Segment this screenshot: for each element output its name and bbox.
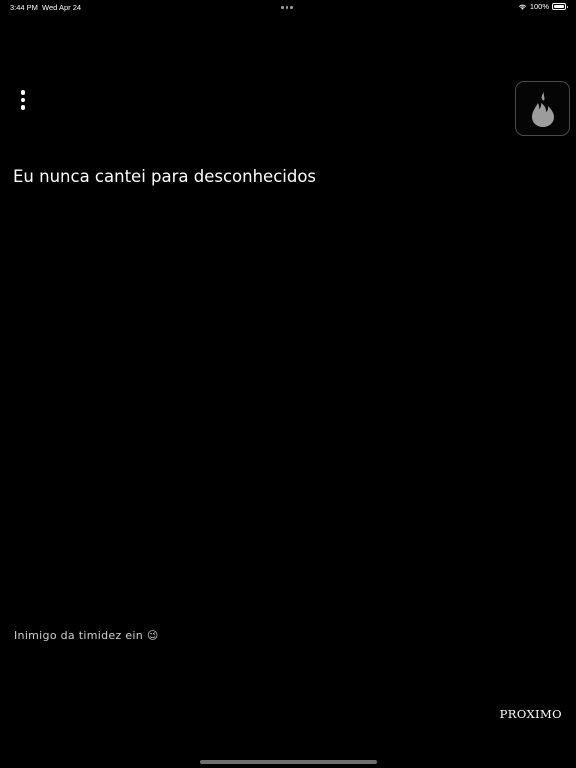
flame-icon: [531, 91, 554, 127]
more-options-button[interactable]: [14, 87, 32, 113]
next-button[interactable]: PROXIMO: [500, 707, 562, 721]
status-time: 3:44 PM: [10, 3, 38, 12]
question-text: Eu nunca cantei para desconhecidos: [13, 167, 317, 186]
logo-button[interactable]: [515, 81, 570, 136]
status-indicators: 100%: [518, 2, 568, 11]
status-bar: 3:44 PM Wed Apr 24 100%: [0, 0, 576, 16]
multitasking-dots-icon[interactable]: [281, 6, 293, 9]
comment-text: Inimigo da timidez ein 😉: [14, 629, 159, 642]
home-indicator[interactable]: [200, 760, 377, 764]
battery-icon: [552, 3, 568, 10]
wifi-icon: [518, 4, 526, 10]
battery-percentage: 100%: [529, 2, 549, 11]
status-date: Wed Apr 24: [42, 3, 82, 12]
more-vertical-icon: [20, 90, 26, 95]
